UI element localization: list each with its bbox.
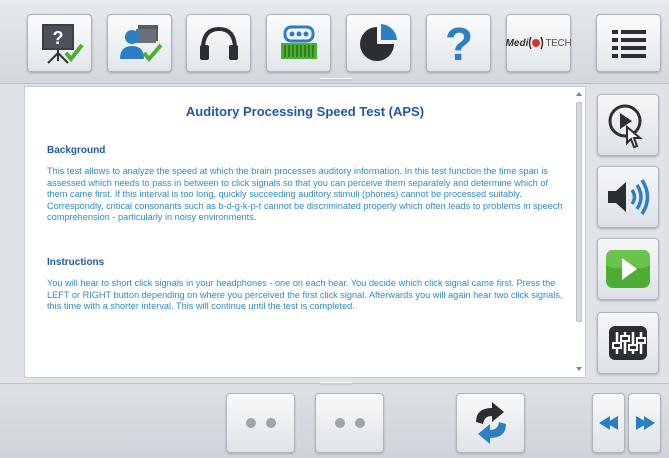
info-panel-body: Auditory Processing Speed Test (APS) Bac… bbox=[25, 87, 585, 313]
left-dot bbox=[265, 418, 276, 428]
presentation-button[interactable]: ? bbox=[27, 14, 92, 72]
right-dot bbox=[334, 418, 345, 428]
scroll-down-arrow[interactable] bbox=[576, 367, 582, 371]
user-folder-check-icon bbox=[119, 25, 163, 63]
left-click-button[interactable] bbox=[226, 393, 295, 453]
scroll-up-arrow[interactable] bbox=[576, 92, 582, 96]
right-dot bbox=[354, 418, 365, 428]
audiometer-device-icon bbox=[280, 25, 317, 59]
vertical-scrollbar[interactable] bbox=[575, 90, 583, 373]
headphones-icon bbox=[199, 26, 238, 60]
volume-button[interactable] bbox=[597, 166, 659, 228]
refresh-arrows-icon bbox=[475, 402, 506, 444]
meditech-logo-button[interactable]: Medi TECH bbox=[505, 14, 572, 72]
logo-mark-icon bbox=[529, 36, 544, 50]
page-title: Auditory Processing Speed Test (APS) bbox=[185, 104, 425, 119]
instructions-text: You will hear to short click signals in … bbox=[47, 277, 563, 312]
scroll-thumb[interactable] bbox=[576, 102, 582, 322]
next-arrow-icon bbox=[635, 416, 655, 430]
background-heading: Background bbox=[47, 145, 106, 156]
right-click-button[interactable] bbox=[315, 393, 384, 453]
help-button[interactable]: ? bbox=[426, 14, 491, 72]
meditech-logo: Medi TECH bbox=[505, 36, 572, 50]
top-resize-grip[interactable] bbox=[320, 78, 352, 81]
previous-arrow-icon bbox=[598, 416, 618, 430]
presentation-check-icon: ? bbox=[41, 24, 84, 64]
previous-button[interactable] bbox=[592, 393, 625, 453]
svg-text:?: ? bbox=[52, 28, 63, 48]
menu-button[interactable] bbox=[596, 14, 661, 72]
play-pointer-icon bbox=[608, 104, 643, 149]
info-panel: Auditory Processing Speed Test (APS) Bac… bbox=[24, 86, 586, 378]
mixer-settings-icon bbox=[609, 326, 647, 360]
patient-button[interactable] bbox=[107, 14, 172, 72]
device-button[interactable] bbox=[266, 14, 331, 72]
headphones-button[interactable] bbox=[186, 14, 251, 72]
mixer-button[interactable] bbox=[597, 312, 659, 374]
bottom-toolbar bbox=[0, 382, 669, 458]
background-text: This test allows to analyze the speed at… bbox=[47, 166, 563, 223]
top-toolbar: ? ? Medi TECH bbox=[0, 0, 669, 84]
bottom-resize-grip[interactable] bbox=[320, 382, 352, 385]
next-button[interactable] bbox=[628, 393, 661, 453]
start-test-button[interactable] bbox=[597, 238, 659, 300]
play-pointer-button[interactable] bbox=[597, 94, 659, 156]
help-icon: ? bbox=[444, 20, 472, 66]
results-button[interactable] bbox=[346, 14, 411, 72]
left-dot bbox=[245, 418, 256, 428]
instructions-heading: Instructions bbox=[47, 256, 105, 268]
pie-chart-icon bbox=[359, 24, 397, 61]
speaker-volume-icon bbox=[608, 179, 650, 215]
repeat-button[interactable] bbox=[456, 393, 525, 453]
menu-list-icon bbox=[611, 30, 646, 58]
play-green-icon bbox=[606, 250, 650, 288]
svg-text:?: ? bbox=[444, 20, 472, 66]
